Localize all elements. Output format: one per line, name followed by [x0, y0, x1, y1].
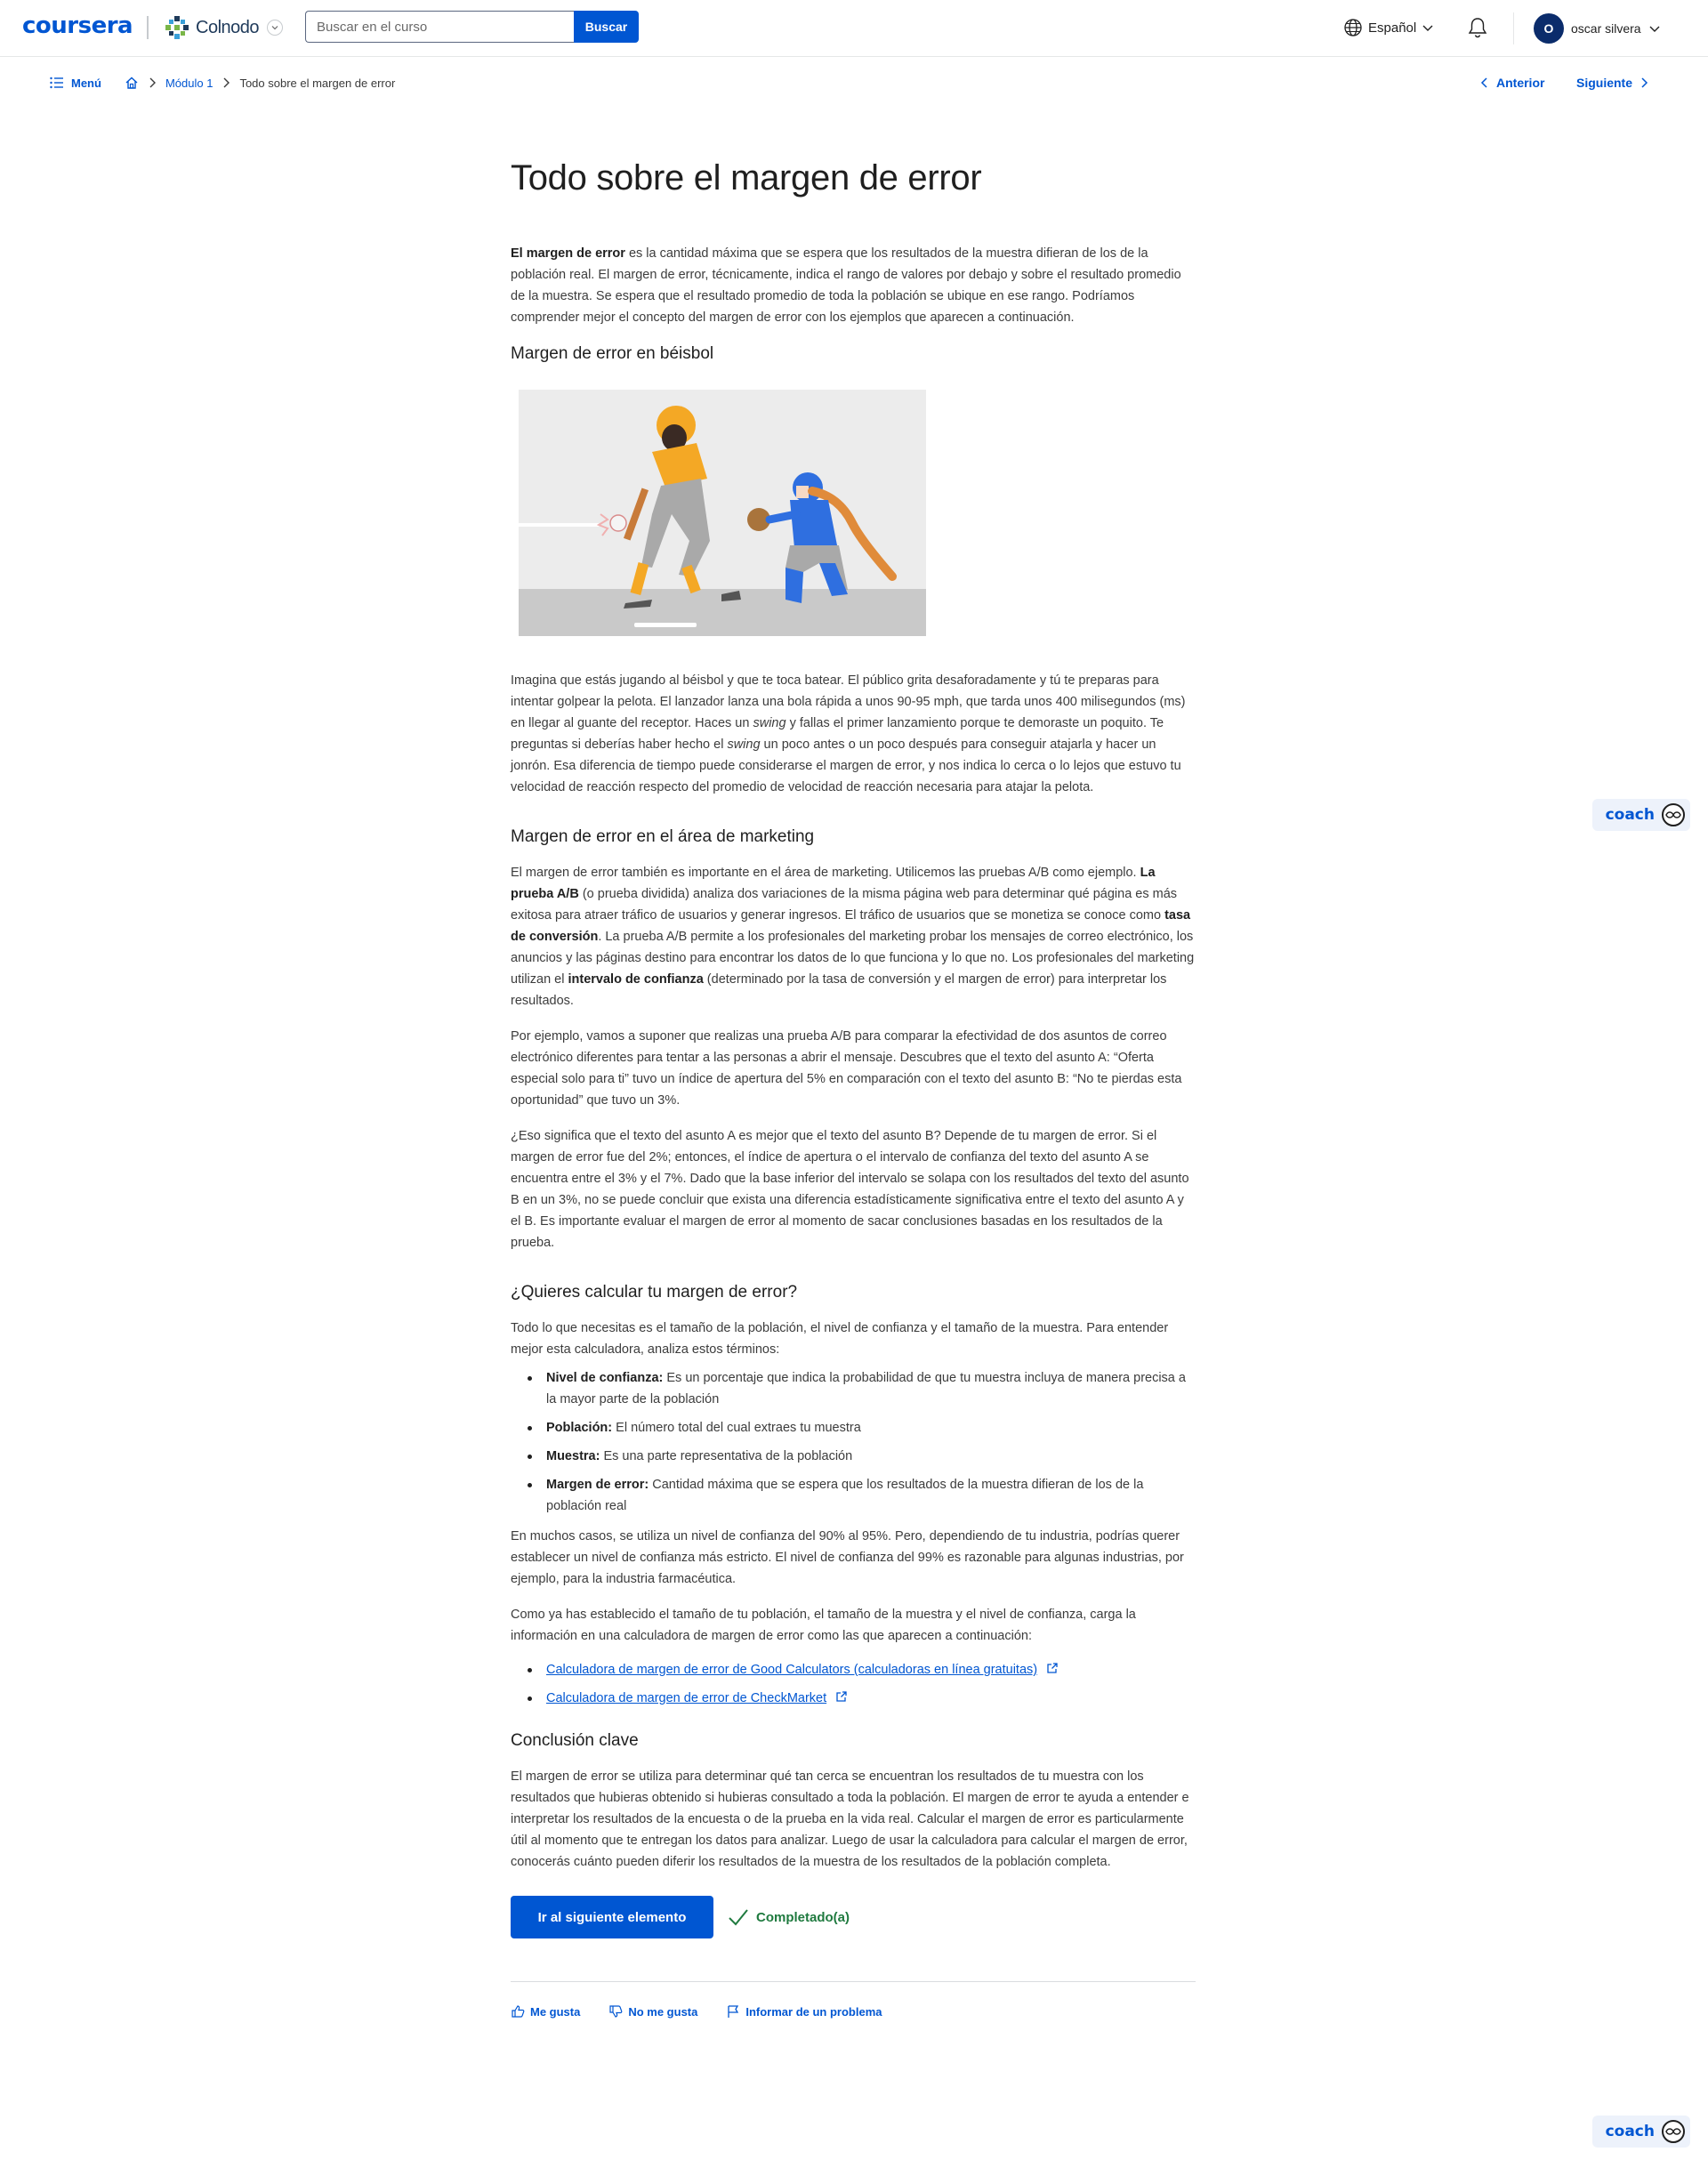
baseball-illustration [519, 390, 926, 636]
list-item: Nivel de confianza: Es un porcentaje que… [511, 1367, 1196, 1410]
term-label: Nivel de confianza: [546, 1371, 664, 1385]
baseball-scene-image [519, 390, 926, 636]
marketing-paragraph-3: ¿Eso significa que el texto del asunto A… [511, 1129, 1189, 1250]
partner-name: Colnodo [196, 17, 260, 37]
calc-paragraph-3: Como ya has establecido el tamaño de tu … [511, 1608, 1136, 1643]
menu-button[interactable]: Menú [50, 77, 101, 90]
chevron-right-icon [1641, 77, 1648, 88]
coach-label: coach [1605, 806, 1655, 824]
calculator-links-list: Calculadora de margen de error de Good C… [511, 1659, 1196, 1709]
breadcrumb-current: Todo sobre el margen de error [239, 76, 396, 90]
article: Todo sobre el margen de error El margen … [511, 153, 1196, 2019]
thumbs-down-icon [609, 2005, 623, 2018]
intro-paragraph: El margen de error es la cantidad máxima… [511, 243, 1196, 328]
dislike-label: No me gusta [628, 2004, 698, 2019]
next-item-link[interactable]: Siguiente [1576, 76, 1648, 90]
feedback-bar: Me gusta No me gusta Informar de un prob… [511, 2004, 1196, 2019]
completed-label: Completado(a) [756, 1909, 850, 1925]
coach-icon [1662, 2120, 1685, 2143]
dislike-button[interactable]: No me gusta [608, 2004, 697, 2019]
external-link-icon [836, 1691, 847, 1702]
baseball-paragraph: Imagina que estás jugando al béisbol y q… [511, 670, 1196, 798]
list-item: Población: El número total del cual extr… [511, 1417, 1196, 1439]
calc-paragraph-2: En muchos casos, se utiliza un nivel de … [511, 1529, 1184, 1586]
search-button[interactable]: Buscar [574, 11, 639, 43]
term-label: Población: [546, 1421, 613, 1435]
report-label: Informar de un problema [745, 2004, 882, 2019]
section-heading-calculate: ¿Quieres calcular tu margen de error? [511, 1283, 798, 1302]
chevron-right-icon [222, 77, 230, 89]
list-item: Calculadora de margen de error de CheckM… [511, 1688, 1196, 1709]
menu-label: Menú [71, 76, 101, 90]
coach-icon [1662, 803, 1685, 826]
coach-button[interactable]: coach [1592, 2116, 1690, 2148]
breadcrumb-module-link[interactable]: Módulo 1 [165, 77, 213, 90]
calc-paragraph-1: Todo lo que necesitas es el tamaño de la… [511, 1321, 1169, 1357]
user-menu[interactable]: O oscar silvera [1534, 13, 1661, 44]
baseball-swing-2: swing [727, 737, 761, 752]
section-heading-conclusion: Conclusión clave [511, 1731, 639, 1750]
language-selector[interactable]: Español [1343, 18, 1434, 37]
term-label: Margen de error: [546, 1478, 649, 1492]
external-link-icon [1047, 1663, 1058, 1673]
chevron-right-icon [148, 77, 157, 89]
chevron-down-icon [1649, 26, 1660, 32]
completion-row: Ir al siguiente elemento Completado(a) [511, 1896, 1196, 1938]
page-title: Todo sobre el margen de error [511, 158, 982, 197]
breadcrumb: Menú Módulo 1 Todo sobre el margen de er… [50, 76, 395, 90]
terms-list: Nivel de confianza: Es un porcentaje que… [511, 1367, 1196, 1517]
list-item: Muestra: Es una parte representativa de … [511, 1446, 1196, 1467]
marketing-paragraph-1: El margen de error también es importante… [511, 862, 1196, 1011]
chevron-down-icon [1422, 25, 1433, 31]
coach-button[interactable]: coach [1592, 799, 1690, 831]
notifications-bell-icon[interactable] [1467, 16, 1488, 44]
marketing-text-c: (o prueba dividida) analiza dos variacio… [511, 887, 1178, 923]
globe-icon [1344, 19, 1362, 36]
search-input[interactable] [305, 11, 574, 43]
partner-menu-chevron-icon[interactable] [267, 20, 283, 36]
coach-label: coach [1605, 2123, 1655, 2140]
good-calculators-link[interactable]: Calculadora de margen de error de Good C… [546, 1663, 1037, 1677]
term-desc: El número total del cual extraes tu mues… [612, 1421, 861, 1435]
user-name: oscar silvera [1571, 21, 1641, 36]
section-heading-marketing: Margen de error en el área de marketing [511, 827, 815, 846]
next-label: Siguiente [1576, 76, 1633, 90]
top-navigation-bar: coursera Colnodo Buscar en el curso Busc… [0, 0, 1708, 57]
checkmark-icon [729, 1909, 748, 1926]
checkmarket-link[interactable]: Calculadora de margen de error de CheckM… [546, 1691, 826, 1705]
baseball-swing-1: swing [753, 716, 786, 730]
report-problem-button[interactable]: Informar de un problema [726, 2004, 882, 2019]
logo-divider [147, 16, 149, 39]
previous-label: Anterior [1496, 76, 1545, 90]
term-desc: Es una parte representativa de la poblac… [600, 1449, 853, 1463]
next-item-button[interactable]: Ir al siguiente elemento [511, 1896, 713, 1938]
header-divider [1513, 12, 1514, 44]
chevron-left-icon [1480, 77, 1487, 88]
like-label: Me gusta [530, 2004, 581, 2019]
list-item: Calculadora de margen de error de Good C… [511, 1659, 1196, 1680]
section-heading-baseball: Margen de error en béisbol [511, 344, 714, 363]
marketing-paragraph-2: Por ejemplo, vamos a suponer que realiza… [511, 1029, 1182, 1108]
home-icon[interactable] [125, 76, 139, 90]
partner-logo[interactable]: Colnodo [164, 14, 260, 41]
content-divider [511, 1981, 1196, 1982]
intro-bold: El margen de error [511, 246, 625, 261]
completed-status: Completado(a) [728, 1907, 850, 1927]
flag-icon [728, 2005, 739, 2018]
term-confidence-interval: intervalo de confianza [568, 972, 704, 987]
language-label: Español [1368, 20, 1417, 36]
coursera-logo[interactable]: coursera [22, 12, 133, 39]
term-label: Muestra: [546, 1449, 600, 1463]
avatar: O [1534, 13, 1564, 44]
marketing-text-a: El margen de error también es importante… [511, 866, 1140, 880]
thumbs-up-icon [512, 2005, 525, 2018]
colnodo-emblem-icon [165, 16, 189, 39]
like-button[interactable]: Me gusta [511, 2004, 580, 2019]
list-menu-icon [50, 77, 63, 89]
list-item: Margen de error: Cantidad máxima que se … [511, 1474, 1196, 1517]
conclusion-paragraph: El margen de error se utiliza para deter… [511, 1769, 1189, 1869]
previous-item-link[interactable]: Anterior [1480, 76, 1544, 90]
